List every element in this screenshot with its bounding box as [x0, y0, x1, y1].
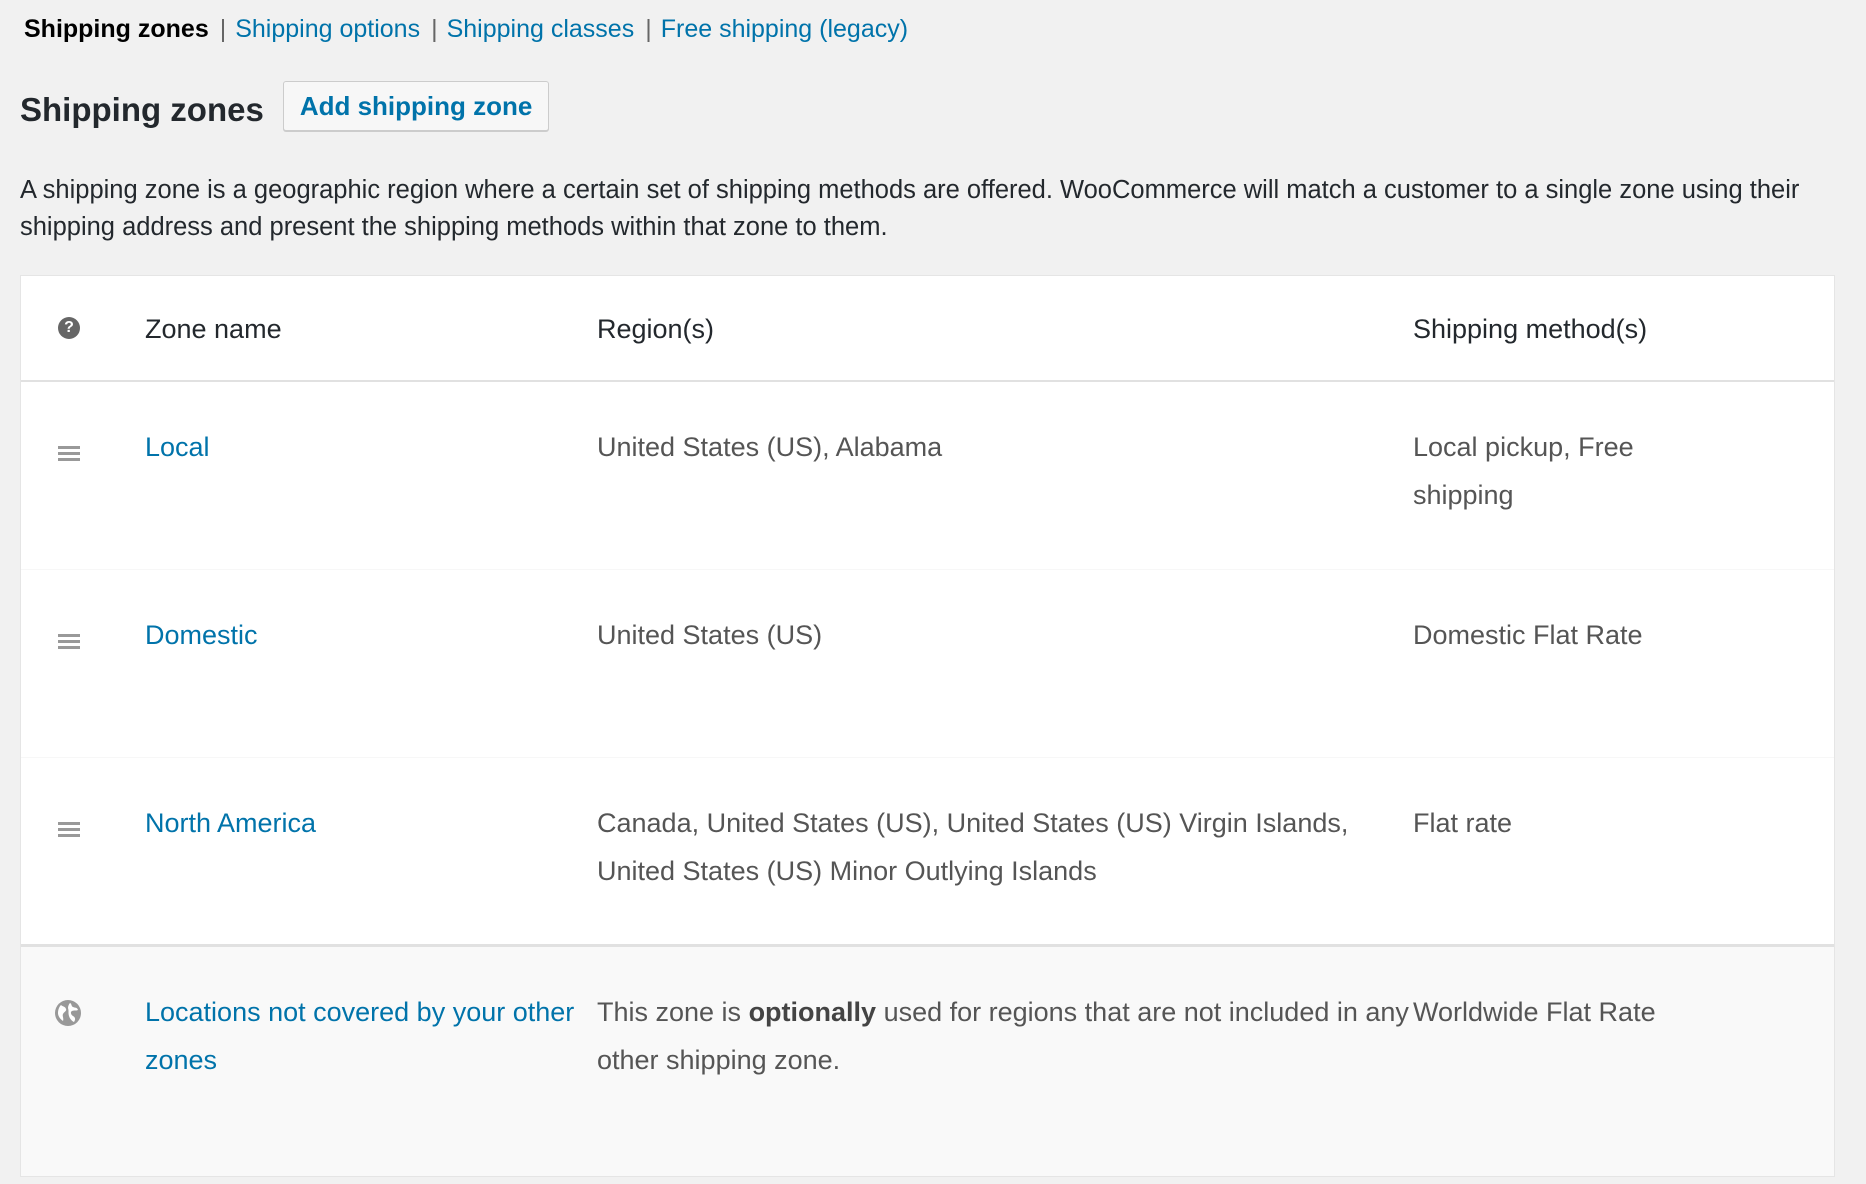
zone-regions: United States (US): [597, 620, 823, 650]
zone-regions: United States (US), Alabama: [597, 432, 943, 462]
zone-methods: Domestic Flat Rate: [1413, 620, 1643, 650]
shipping-subnav: Shipping zones | Shipping options | Shipping…: [24, 12, 908, 46]
table-row: Domestic United States (US) Domestic Fla…: [21, 570, 1834, 758]
rest-of-world-row: Locations not covered by your other zone…: [21, 947, 1834, 1176]
table-row: Local United States (US), Alabama Local …: [21, 382, 1834, 570]
shipping-zones-table: ? Zone name Region(s) Shipping method(s)…: [20, 275, 1835, 1177]
zone-methods: Local pickup, Free shipping: [1413, 432, 1634, 510]
zone-name-link[interactable]: Local: [145, 432, 210, 462]
page-title: Shipping zones: [20, 91, 264, 128]
subnav-shipping-classes-link[interactable]: Shipping classes: [447, 15, 635, 43]
help-icon[interactable]: ?: [58, 317, 80, 339]
header-icon-cell: ?: [21, 317, 145, 339]
zone-name-link[interactable]: North America: [145, 808, 316, 838]
drag-handle-icon[interactable]: [58, 822, 80, 838]
zone-regions: This zone is optionally used for regions…: [597, 997, 1409, 1075]
add-shipping-zone-button[interactable]: Add shipping zone: [282, 81, 550, 131]
zone-methods: Flat rate: [1413, 808, 1513, 838]
drag-handle-icon[interactable]: [58, 446, 80, 462]
optionally-emphasis: optionally: [748, 997, 877, 1027]
globe-icon: [55, 1000, 81, 1026]
header-shipping-methods: Shipping method(s): [1413, 313, 1648, 344]
subnav-shipping-options-link[interactable]: Shipping options: [235, 15, 420, 43]
subnav-separator: |: [219, 15, 227, 43]
page-description: A shipping zone is a geographic region w…: [20, 176, 1800, 241]
header-regions: Region(s): [597, 313, 715, 344]
table-row: North America Canada, United States (US)…: [21, 758, 1834, 947]
subnav-free-shipping-legacy-link[interactable]: Free shipping (legacy): [661, 15, 908, 43]
subnav-shipping-zones-current[interactable]: Shipping zones: [24, 15, 209, 43]
zone-methods: Worldwide Flat Rate: [1413, 997, 1656, 1027]
header-zone-name: Zone name: [145, 313, 282, 344]
table-header-row: ? Zone name Region(s) Shipping method(s): [21, 276, 1834, 382]
title-row: Shipping zones Add shipping zone: [20, 81, 550, 131]
zone-regions: Canada, United States (US), United State…: [597, 808, 1349, 886]
subnav-separator: |: [645, 15, 652, 43]
zone-name-link[interactable]: Locations not covered by your other zone…: [145, 997, 574, 1075]
drag-handle-icon[interactable]: [58, 634, 80, 650]
zone-name-link[interactable]: Domestic: [145, 620, 258, 650]
subnav-separator: |: [431, 15, 438, 43]
